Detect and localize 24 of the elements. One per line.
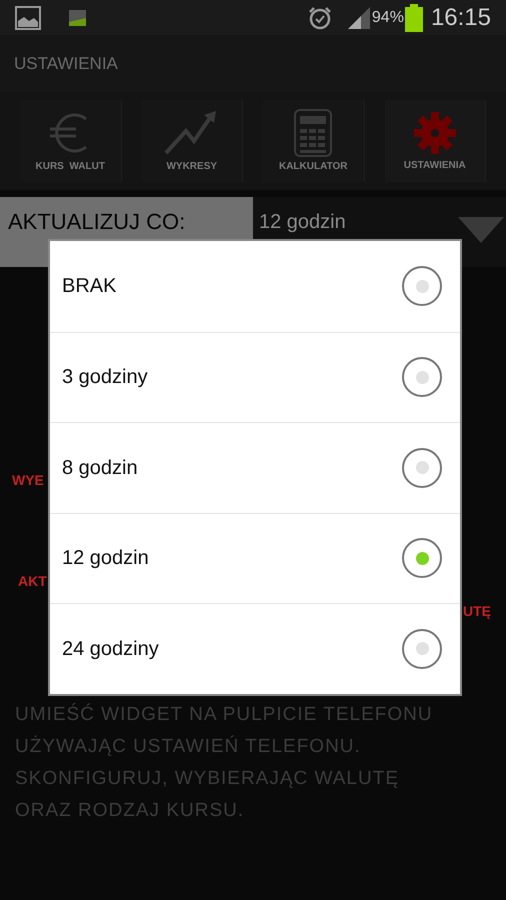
screen-title: USTAWIENIA — [14, 52, 118, 75]
battery-percentage: 94% — [372, 8, 404, 28]
dropdown-arrow-icon — [458, 217, 504, 243]
settings-label-fragment: WYE — [12, 471, 44, 490]
option-row[interactable]: 12 godzin — [50, 512, 460, 603]
option-row[interactable]: 8 godzin — [50, 422, 460, 512]
gear-icon — [412, 110, 458, 156]
settings-label-fragment: UTĘ — [463, 602, 491, 621]
signal-icon — [348, 6, 370, 28]
settings-label-fragment: AKT — [18, 572, 47, 591]
picture-icon — [15, 6, 41, 30]
battery-icon — [404, 4, 423, 32]
radio-button[interactable] — [402, 628, 442, 669]
alarm-icon — [308, 6, 332, 30]
nav-tab[interactable]: USTAWIENIA — [384, 100, 486, 182]
radio-button[interactable] — [402, 538, 442, 578]
option-row[interactable]: 24 godziny — [50, 603, 460, 694]
calculator-icon — [294, 108, 332, 156]
radio-button[interactable] — [402, 357, 442, 398]
option-row[interactable]: 3 godziny — [50, 332, 460, 422]
network-icon — [69, 10, 86, 26]
radio-button[interactable] — [402, 266, 442, 306]
clock: 16:15 — [430, 2, 491, 32]
radio-button[interactable] — [402, 448, 442, 488]
